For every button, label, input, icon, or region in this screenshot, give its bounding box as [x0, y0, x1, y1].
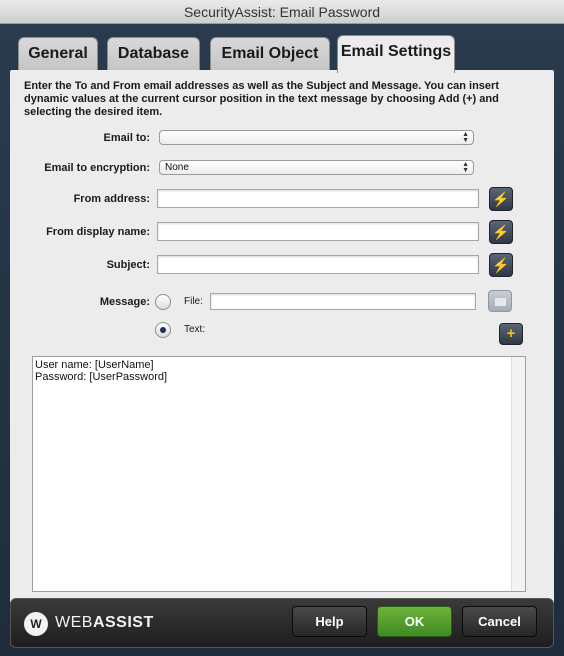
text-label: Text: — [184, 324, 206, 335]
text-radio[interactable] — [155, 322, 171, 338]
vertical-scrollbar[interactable] — [511, 357, 525, 591]
message-line: User name: [UserName] — [35, 359, 154, 371]
add-plus-icon[interactable]: + — [499, 323, 523, 345]
email-to-select[interactable]: ▲ ▼ — [159, 130, 474, 145]
dialog-frame: General Database Email Object Email Sett… — [0, 24, 564, 656]
window-title: SecurityAssist: Email Password — [0, 0, 564, 24]
cancel-button[interactable]: Cancel — [462, 606, 537, 637]
message-textarea[interactable]: User name: [UserName] Password: [UserPas… — [32, 356, 526, 592]
file-label: File: — [184, 296, 203, 307]
from-display-name-bolt-icon[interactable]: ⚡ — [489, 220, 513, 244]
select-arrows-icon: ▲ ▼ — [462, 161, 469, 174]
subject-bolt-icon[interactable]: ⚡ — [489, 253, 513, 277]
tab-database[interactable]: Database — [107, 37, 200, 71]
message-label: Message: — [99, 296, 150, 308]
subject-label: Subject: — [106, 259, 150, 271]
tab-general[interactable]: General — [18, 37, 98, 71]
encryption-label: Email to encryption: — [44, 162, 150, 174]
footer-bar: W WEBASSIST Help OK Cancel — [10, 598, 554, 648]
tab-email-object[interactable]: Email Object — [210, 37, 330, 71]
from-address-label: From address: — [73, 193, 150, 205]
folder-icon[interactable] — [488, 290, 512, 312]
message-line: Password: [UserPassword] — [35, 371, 168, 383]
ok-button[interactable]: OK — [377, 606, 452, 637]
email-to-label: Email to: — [103, 132, 150, 144]
select-arrows-icon: ▲ ▼ — [462, 131, 469, 144]
help-button[interactable]: Help — [292, 606, 367, 637]
file-path-input[interactable] — [210, 293, 476, 310]
from-address-input[interactable] — [157, 189, 479, 208]
file-radio[interactable] — [155, 294, 171, 310]
settings-panel: Enter the To and From email addresses as… — [10, 70, 554, 608]
encryption-select[interactable]: None ▲ ▼ — [159, 160, 474, 175]
subject-input[interactable] — [157, 255, 479, 274]
from-display-name-label: From display name: — [46, 226, 150, 238]
webassist-logo-text: WEBASSIST — [55, 614, 154, 631]
instructions-text: Enter the To and From email addresses as… — [24, 80, 499, 118]
webassist-logo-icon: W — [24, 612, 48, 636]
tab-email-settings[interactable]: Email Settings — [337, 35, 455, 73]
from-display-name-input[interactable] — [157, 222, 479, 241]
from-address-bolt-icon[interactable]: ⚡ — [489, 187, 513, 211]
